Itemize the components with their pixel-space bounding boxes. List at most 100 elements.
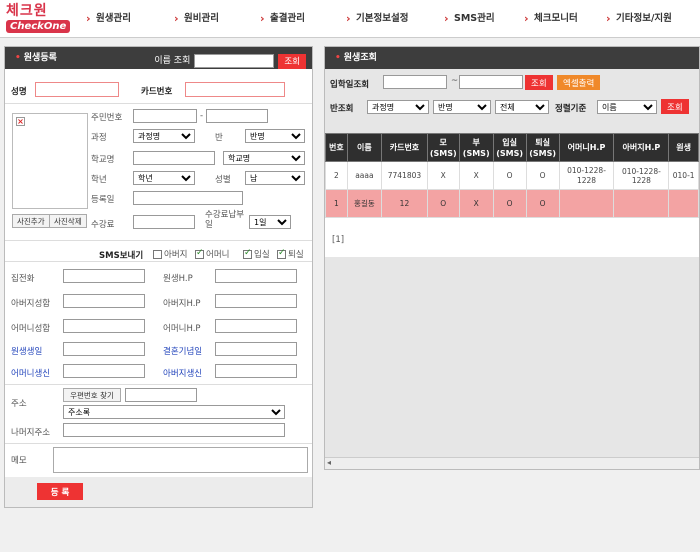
enroll-search-button[interactable]: 조회 [525, 75, 553, 90]
checkone-logo[interactable]: 체크원 CheckOne [6, 3, 71, 35]
mother-bday-label: 어머니생신 [11, 369, 51, 379]
cell: X [426, 161, 460, 190]
father-name-input[interactable] [63, 294, 145, 308]
cell: 010-1228-1228 [613, 161, 670, 190]
cell [558, 189, 615, 218]
divider [5, 240, 312, 241]
scroll-left-icon[interactable]: ◂ [327, 458, 331, 467]
grade-select[interactable]: 학년 [133, 171, 195, 185]
cell: aaaa [346, 161, 383, 190]
sort-select[interactable]: 이름 [597, 100, 657, 114]
memo-label: 메모 [11, 456, 27, 466]
jumin-front-input[interactable] [133, 109, 197, 123]
regdate-input[interactable] [133, 191, 243, 205]
school-input[interactable] [133, 151, 215, 165]
course-select[interactable]: 과정명 [133, 129, 195, 143]
enroll-date-to[interactable] [459, 75, 523, 89]
right-course-select[interactable]: 과정명 [367, 100, 429, 114]
name-input[interactable] [35, 82, 119, 97]
bullet-icon: • [15, 53, 21, 63]
col-name[interactable]: 이름 [346, 133, 383, 162]
name-search-button[interactable]: 조회 [278, 53, 306, 69]
sms-mother-option[interactable]: 어머니 [195, 248, 229, 260]
gender-label: 성별 [215, 175, 231, 185]
col-father-hp[interactable]: 아버지H.P [613, 133, 670, 162]
logo-korean: 체크원 [6, 3, 48, 19]
photo-delete-button[interactable]: 사진삭제 [49, 214, 87, 228]
mother-bday-input[interactable] [63, 364, 145, 378]
gender-select[interactable]: 남 [245, 171, 305, 185]
excel-export-button[interactable]: 엑셀출력 [557, 75, 601, 90]
register-button[interactable]: 등 록 [37, 483, 83, 500]
father-hp-input[interactable] [215, 294, 297, 308]
nav-student-mgmt[interactable]: 원생관리 [84, 0, 172, 38]
card-input[interactable] [185, 82, 285, 97]
mother-name-input[interactable] [63, 319, 145, 333]
cell: O [492, 189, 527, 218]
birthday-label: 원생생일 [11, 347, 43, 357]
right-all-select[interactable]: 전체 [495, 100, 549, 114]
address-rest-input[interactable] [63, 423, 285, 437]
cell: 010-1228-1228 [558, 161, 615, 190]
cell: O [525, 189, 560, 218]
date-range-tilde: ~ [451, 76, 459, 86]
col-mother-sms[interactable]: 모(SMS) [426, 133, 460, 162]
grade-label: 학년 [91, 175, 107, 185]
zip-input[interactable] [125, 388, 197, 402]
father-bday-input[interactable] [215, 364, 297, 378]
cell: 010-1 [668, 161, 699, 190]
nav-sms-mgmt[interactable]: SMS관리 [442, 0, 522, 38]
horizontal-scrollbar[interactable]: ◂ [325, 457, 699, 469]
mother-hp-input[interactable] [215, 319, 297, 333]
jumin-dash: - [200, 111, 204, 121]
sms-in-option[interactable]: 입실 [243, 248, 270, 260]
sort-search-button[interactable]: 조회 [661, 99, 689, 114]
zip-search-button[interactable]: 우편번호 찾기 [63, 388, 121, 402]
pager[interactable]: [1] [332, 235, 344, 245]
sms-father-option[interactable]: 아버지 [153, 248, 187, 260]
col-card[interactable]: 카드번호 [381, 133, 428, 162]
school-select[interactable]: 학교명 [223, 151, 305, 165]
due-select[interactable]: 1일 [249, 215, 291, 229]
memo-textarea[interactable] [53, 447, 308, 473]
father-name-label: 아버지성함 [11, 299, 51, 309]
nav-tuition-mgmt[interactable]: 원비관리 [172, 0, 258, 38]
nav-attendance-mgmt[interactable]: 출결관리 [258, 0, 344, 38]
jumin-back-input[interactable] [206, 109, 268, 123]
sms-mother-checkbox[interactable] [195, 248, 204, 259]
class-select[interactable]: 반명 [245, 129, 305, 143]
col-mother-hp[interactable]: 어머니H.P [558, 133, 615, 162]
fee-input[interactable] [133, 215, 195, 229]
card-label: 카드번호 [141, 87, 173, 97]
nav-etc-support[interactable]: 기타정보/지원 [604, 0, 696, 38]
course-label: 과정 [91, 133, 107, 143]
photo-add-button[interactable]: 사진추가 [12, 214, 50, 228]
birthday-input[interactable] [63, 342, 145, 356]
col-no[interactable]: 번호 [325, 133, 348, 162]
register-title: 원생등록 [23, 53, 57, 63]
col-out-sms[interactable]: 퇴실(SMS) [525, 133, 560, 162]
student-register-panel: • 원생등록 이름 조회 조회 성명 카드번호 × 사진추가 사진삭제 주민번호 … [4, 46, 313, 508]
cell: O [492, 161, 527, 190]
col-father-sms[interactable]: 부(SMS) [458, 133, 494, 162]
nav-check-monitor[interactable]: 체크모니터 [522, 0, 604, 38]
col-in-sms[interactable]: 입실(SMS) [492, 133, 527, 162]
photo-box: × [12, 113, 88, 209]
table-row-selected[interactable]: 1 홍길동 12 O X O O [325, 189, 699, 218]
enroll-date-from[interactable] [383, 75, 447, 89]
sms-in-checkbox[interactable] [243, 248, 252, 259]
home-tel-input[interactable] [63, 269, 145, 283]
right-class-select[interactable]: 반명 [433, 100, 491, 114]
anniversary-input[interactable] [215, 342, 297, 356]
class-search-label: 반조회 [330, 104, 354, 114]
top-bar: 체크원 CheckOne 원생관리 원비관리 출결관리 기본정보설정 SMS관리… [0, 0, 700, 38]
table-row[interactable]: 2 aaaa 7741803 X X O O 010-1228-1228 010… [325, 161, 699, 190]
sms-out-option[interactable]: 퇴실 [277, 248, 304, 260]
sms-father-checkbox[interactable] [153, 250, 162, 259]
sms-out-checkbox[interactable] [277, 248, 286, 259]
name-search-input[interactable] [194, 54, 275, 68]
student-hp-input[interactable] [215, 269, 297, 283]
col-student[interactable]: 원생 [668, 133, 699, 162]
nav-basic-settings[interactable]: 기본정보설정 [344, 0, 442, 38]
address-select[interactable]: 주소록 [63, 405, 285, 419]
